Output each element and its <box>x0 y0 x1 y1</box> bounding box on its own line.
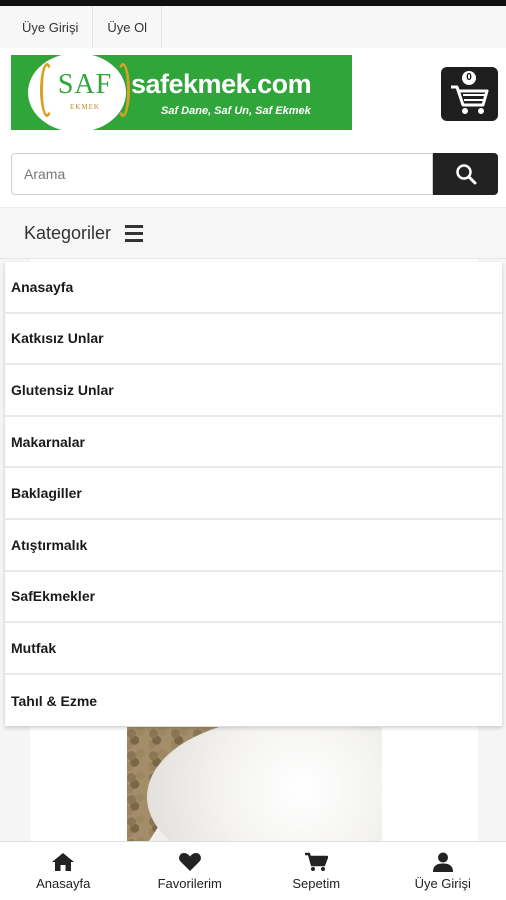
logo-emblem: SAF EKMEK <box>28 53 130 132</box>
header-cart-button[interactable]: 0 <box>441 67 498 121</box>
nav-login-label: Üye Girişi <box>414 875 471 891</box>
nav-cart[interactable]: Sepetim <box>253 842 380 900</box>
user-icon <box>432 852 453 872</box>
top-links-bar: Üye Girişi Üye Ol <box>0 6 506 48</box>
register-link[interactable]: Üye Ol <box>93 6 163 48</box>
product-image[interactable] <box>127 727 382 841</box>
cart-icon <box>305 852 329 871</box>
site-logo[interactable]: SAF EKMEK safekmek.com Saf Dane, Saf Un,… <box>11 53 352 132</box>
hamburger-menu-icon <box>125 224 144 242</box>
bottom-navigation: Anasayfa Favorilerim Sepetim Üye Girişi <box>0 841 506 900</box>
category-item[interactable]: Atıştırmalık <box>5 520 502 572</box>
logo-slogan: Saf Dane, Saf Un, Saf Ekmek <box>161 105 311 117</box>
category-item[interactable]: Makarnalar <box>5 417 502 469</box>
nav-login[interactable]: Üye Girişi <box>380 842 506 900</box>
wheat-right-icon <box>116 63 130 117</box>
nav-home[interactable]: Anasayfa <box>0 842 127 900</box>
categories-toggle[interactable]: Kategoriler <box>0 207 506 259</box>
category-item[interactable]: Baklagiller <box>5 468 502 520</box>
home-icon <box>52 852 75 871</box>
category-item[interactable]: Glutensiz Unlar <box>5 365 502 417</box>
heart-icon <box>178 852 201 871</box>
nav-favorites-label: Favorilerim <box>157 875 222 891</box>
categories-title: Kategoriler <box>24 222 112 243</box>
nav-cart-label: Sepetim <box>292 875 341 891</box>
search-icon <box>455 164 476 185</box>
category-item[interactable]: Katkısız Unlar <box>5 314 502 366</box>
category-item[interactable]: Mutfak <box>5 623 502 675</box>
nav-home-label: Anasayfa <box>36 875 91 891</box>
category-menu: Anasayfa Katkısız Unlar Glutensiz Unlar … <box>5 262 502 727</box>
search-button[interactable] <box>433 153 498 195</box>
category-item[interactable]: Anasayfa <box>5 262 502 314</box>
flour-pile <box>147 727 382 841</box>
wheat-left-icon <box>40 63 54 117</box>
logo-mark-sub: EKMEK <box>70 103 100 111</box>
search-input[interactable] <box>11 153 433 195</box>
nav-favorites[interactable]: Favorilerim <box>127 842 254 900</box>
category-item[interactable]: SafEkmekler <box>5 572 502 624</box>
logo-domain: safekmek.com <box>131 69 312 99</box>
login-link[interactable]: Üye Girişi <box>0 6 94 48</box>
logo-mark: SAF <box>57 69 113 100</box>
cart-count-badge: 0 <box>462 71 476 85</box>
category-item[interactable]: Tahıl & Ezme <box>5 675 502 727</box>
